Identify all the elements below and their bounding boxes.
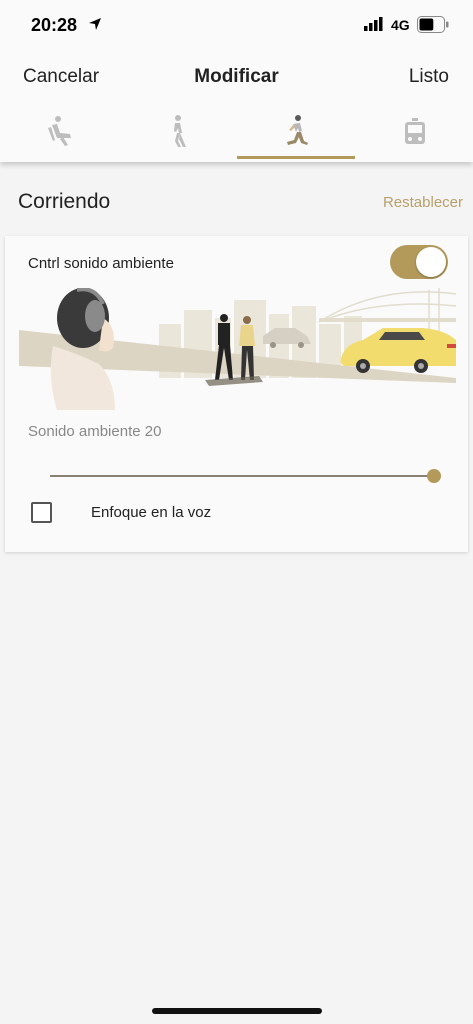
- location-arrow-icon: [89, 18, 101, 30]
- tab-transport[interactable]: [355, 106, 473, 162]
- done-button[interactable]: Listo: [409, 66, 449, 88]
- activity-mode-tabs: [0, 106, 473, 162]
- sitting-icon: [48, 116, 71, 146]
- active-tab-indicator: [237, 156, 355, 159]
- ambient-control-label: Cntrl sonido ambiente: [28, 255, 174, 272]
- slider-thumb[interactable]: [427, 469, 441, 483]
- walking-icon: [174, 115, 186, 147]
- ambient-sound-card: Cntrl sonido ambiente Sonido ambiente 20…: [5, 236, 468, 552]
- network-type: 4G: [391, 17, 410, 33]
- nav-bar: Modificar Cancelar Listo: [0, 50, 473, 102]
- battery-icon: [417, 16, 449, 33]
- transport-icon: [405, 118, 425, 144]
- ambient-control-toggle[interactable]: [390, 245, 448, 279]
- ambient-level-slider[interactable]: [50, 468, 441, 484]
- home-indicator: [152, 1008, 322, 1014]
- battery-fill: [419, 18, 434, 31]
- tab-sitting[interactable]: [0, 106, 118, 162]
- toggle-knob: [416, 247, 446, 277]
- voice-focus-label: Enfoque en la voz: [91, 504, 212, 521]
- voice-focus-checkbox[interactable]: [31, 502, 52, 523]
- tab-walking[interactable]: [118, 106, 236, 162]
- reset-button[interactable]: Restablecer: [383, 194, 463, 211]
- status-bar: 20:28 4G: [0, 0, 473, 50]
- tab-running[interactable]: [237, 106, 355, 162]
- running-icon: [287, 115, 308, 145]
- signal-icon: [364, 17, 383, 31]
- slider-fill: [50, 475, 434, 477]
- ambient-sound-illustration: [19, 288, 456, 410]
- section-title: Corriendo: [18, 190, 111, 213]
- status-time: 20:28: [31, 15, 78, 35]
- cancel-button[interactable]: Cancelar: [23, 66, 99, 88]
- ambient-level-label: Sonido ambiente 20: [28, 423, 162, 440]
